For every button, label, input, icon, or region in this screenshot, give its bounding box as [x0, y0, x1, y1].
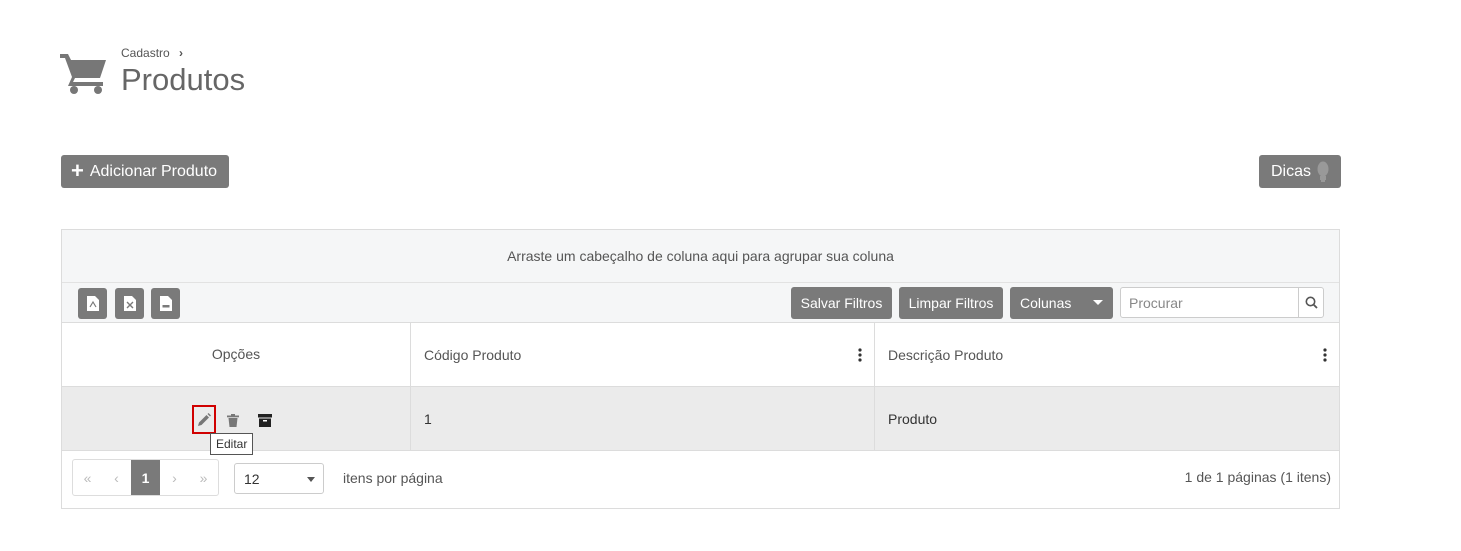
last-page-button[interactable]: »: [189, 460, 218, 495]
caret-down-icon: [307, 477, 315, 482]
export-csv-button[interactable]: [151, 288, 180, 319]
trash-icon: [227, 413, 239, 427]
column-header-label: Opções: [211, 345, 261, 362]
table-header: Opções Código Produto Descrição Produto: [62, 323, 1339, 387]
shopping-cart-icon: [60, 54, 106, 94]
add-product-button[interactable]: + Adicionar Produto: [61, 155, 230, 188]
tips-label: Dicas: [1270, 162, 1311, 180]
add-product-label: Adicionar Produto: [89, 162, 218, 180]
pager: « ‹ 1 › » 12 itens por página 1 de 1 pág…: [62, 448, 1339, 508]
excel-file-icon: [123, 296, 136, 311]
column-header-options: Opções: [62, 323, 411, 386]
clear-filters-button[interactable]: Limpar Filtros: [899, 287, 1003, 319]
per-page-label: itens por página: [343, 470, 443, 486]
breadcrumb-separator: ›: [179, 46, 184, 60]
edit-button[interactable]: [195, 411, 213, 429]
group-panel-hint: Arraste um cabeçalho de coluna aqui para…: [507, 248, 894, 264]
cell-text: Produto: [888, 410, 938, 427]
cell-text: 1: [424, 410, 432, 427]
search-input[interactable]: [1121, 288, 1298, 317]
column-header-codigo[interactable]: Código Produto: [411, 323, 875, 386]
breadcrumb[interactable]: Cadastro ›: [121, 46, 183, 60]
export-pdf-button[interactable]: [78, 288, 107, 319]
page-size-value: 12: [244, 470, 260, 487]
grid-toolbar: Salvar Filtros Limpar Filtros Colunas: [62, 283, 1339, 323]
prev-page-button[interactable]: ‹: [102, 460, 131, 495]
pencil-icon: [198, 413, 211, 426]
cell-descricao: Produto: [875, 387, 1339, 450]
pdf-file-icon: [86, 296, 99, 311]
archive-button[interactable]: [256, 411, 274, 429]
next-page-button[interactable]: ›: [160, 460, 189, 495]
edit-tooltip: Editar: [210, 433, 254, 455]
caret-down-icon: [1093, 300, 1103, 305]
csv-file-icon: [159, 296, 172, 311]
products-grid: Arraste um cabeçalho de coluna aqui para…: [61, 229, 1340, 509]
save-filters-button[interactable]: Salvar Filtros: [791, 287, 892, 319]
tips-button[interactable]: Dicas: [1259, 155, 1341, 188]
search-button[interactable]: [1298, 288, 1323, 317]
column-header-label: Código Produto: [424, 346, 522, 363]
group-panel[interactable]: Arraste um cabeçalho de coluna aqui para…: [62, 230, 1339, 283]
cell-codigo: 1: [411, 387, 875, 450]
export-excel-button[interactable]: [115, 288, 144, 319]
page-button-current[interactable]: 1: [131, 460, 160, 495]
lightbulb-icon: [1317, 161, 1329, 182]
column-header-label: Descrição Produto: [888, 346, 1004, 363]
plus-icon: +: [71, 157, 84, 183]
delete-button[interactable]: [224, 411, 242, 429]
archive-icon: [258, 413, 272, 427]
pager-info: 1 de 1 páginas (1 itens): [1184, 469, 1331, 485]
cell-options: Editar: [62, 387, 411, 455]
search-box: [1120, 287, 1324, 318]
table-row[interactable]: Editar 1 Produto: [62, 387, 1339, 455]
column-menu-icon[interactable]: [1323, 347, 1327, 362]
pager-buttons: « ‹ 1 › »: [72, 459, 219, 496]
breadcrumb-item[interactable]: Cadastro: [121, 46, 170, 60]
search-icon: [1305, 296, 1318, 309]
page-size-select[interactable]: 12: [234, 463, 324, 494]
page-title: Produtos: [121, 62, 246, 97]
column-header-descricao[interactable]: Descrição Produto: [875, 323, 1339, 386]
column-menu-icon[interactable]: [858, 347, 862, 362]
columns-dropdown[interactable]: Colunas: [1010, 287, 1113, 319]
columns-label: Colunas: [1020, 295, 1072, 311]
first-page-button[interactable]: «: [73, 460, 102, 495]
